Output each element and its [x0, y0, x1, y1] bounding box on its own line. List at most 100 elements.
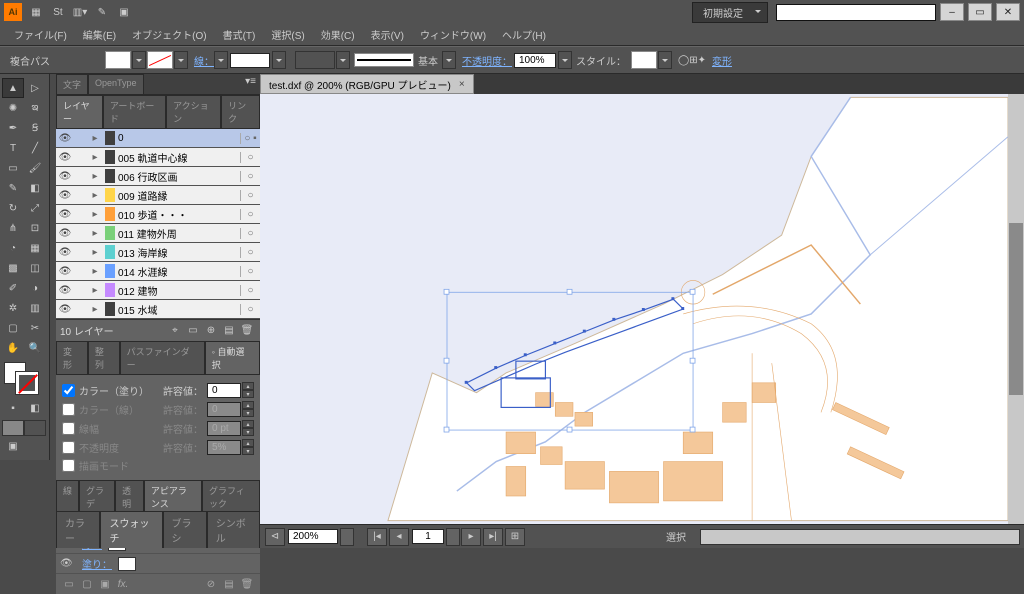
add-stroke-icon[interactable]: ▢ — [78, 579, 96, 590]
eye-icon[interactable]: 👁 — [60, 558, 76, 569]
layer-row[interactable]: 👁▸015 水域○ — [56, 300, 260, 319]
artboard-dd[interactable] — [446, 528, 460, 546]
target-icon[interactable]: ○ — [240, 171, 260, 182]
pen-tool[interactable]: ✒ — [2, 118, 24, 138]
menu-file[interactable]: ファイル(F) — [6, 25, 75, 44]
magic-wand-tool[interactable]: ✺ — [2, 98, 24, 118]
curvature-tool[interactable]: Ꞩ — [24, 118, 46, 138]
stroke-weight-dn[interactable] — [214, 51, 228, 69]
minimize-icon[interactable]: – — [940, 3, 964, 21]
layer-row[interactable]: 👁▸013 海岸線○ — [56, 243, 260, 262]
target-icon[interactable]: ○ — [240, 190, 260, 201]
visibility-icon[interactable]: 👁 — [56, 209, 74, 220]
eraser-tool[interactable]: ◧ — [24, 178, 46, 198]
opacity-field[interactable] — [514, 53, 556, 68]
nav-next-icon[interactable]: ▸ — [461, 528, 481, 546]
fill-tol-field[interactable]: 0 — [207, 383, 241, 398]
visibility-icon[interactable]: 👁 — [56, 133, 74, 144]
nav-first-icon[interactable]: |◂ — [367, 528, 387, 546]
visibility-icon[interactable]: 👁 — [56, 152, 74, 163]
stroke-color-check[interactable] — [62, 403, 75, 416]
zoom-tool[interactable]: 🔍 — [24, 338, 46, 358]
panel-menu-icon[interactable]: ▾≡ — [241, 74, 260, 94]
expand-icon[interactable]: ▸ — [88, 228, 102, 239]
zoom-field[interactable] — [288, 529, 338, 544]
expand-icon[interactable]: ▸ — [88, 133, 102, 144]
visibility-icon[interactable]: 👁 — [56, 247, 74, 258]
direct-select-tool[interactable]: ▷ — [24, 78, 46, 98]
tab-opentype[interactable]: OpenType — [88, 74, 144, 94]
target-icon[interactable]: ○ — [240, 266, 260, 277]
zoom-dd[interactable] — [340, 528, 354, 546]
lasso-tool[interactable]: ఇ — [24, 98, 46, 118]
stroke-box[interactable] — [16, 372, 38, 394]
expand-icon[interactable]: ▸ — [88, 285, 102, 296]
varwidth-dd[interactable] — [336, 51, 350, 69]
dup-item-icon[interactable]: ▤ — [220, 579, 238, 590]
visibility-icon[interactable]: 👁 — [56, 171, 74, 182]
stroke-weight-field[interactable] — [230, 53, 270, 68]
style-dd[interactable] — [658, 51, 672, 69]
hand-tool[interactable]: ✋ — [2, 338, 24, 358]
menu-select[interactable]: 選択(S) — [263, 25, 312, 44]
rotate-tool[interactable]: ↻ — [2, 198, 24, 218]
tab-brushes[interactable]: ブラシ — [163, 511, 207, 548]
stroke-weight-dd[interactable] — [272, 51, 286, 69]
nav-last-icon[interactable]: ▸| — [483, 528, 503, 546]
target-icon[interactable]: ○ — [240, 285, 260, 296]
expand-icon[interactable]: ▸ — [88, 152, 102, 163]
type-tool[interactable]: T — [2, 138, 24, 158]
graph-tool[interactable]: ▥ — [24, 298, 46, 318]
first-artboard-icon[interactable]: ⊲ — [265, 528, 285, 546]
expand-icon[interactable]: ▸ — [88, 190, 102, 201]
menu-edit[interactable]: 編集(E) — [75, 25, 124, 44]
workspace-preset[interactable]: 初期設定 — [692, 2, 768, 23]
style-swatch[interactable] — [631, 51, 657, 69]
canvas[interactable] — [260, 94, 1008, 524]
tab-graphic[interactable]: グラフィック — [202, 480, 260, 513]
brush-dd[interactable] — [442, 51, 456, 69]
hscroll[interactable] — [700, 529, 1020, 545]
appearance-fill[interactable]: 塗り： — [82, 556, 112, 571]
stroke-swatch[interactable] — [147, 51, 173, 69]
visibility-icon[interactable]: 👁 — [56, 304, 74, 315]
recolor-icon[interactable]: ◯ — [678, 55, 689, 66]
menu-type[interactable]: 書式(T) — [215, 25, 264, 44]
tab-align[interactable]: 整列 — [88, 341, 120, 374]
varwidth-field[interactable] — [295, 51, 335, 69]
layer-row[interactable]: 👁▸011 建物外周○ — [56, 224, 260, 243]
opacity-check[interactable] — [62, 441, 75, 454]
shape-builder-tool[interactable]: ◔ — [2, 238, 24, 258]
nav-prev-icon[interactable]: ◂ — [389, 528, 409, 546]
rectangle-tool[interactable]: ▭ — [2, 158, 24, 178]
width-tool[interactable]: ⋔ — [2, 218, 24, 238]
gradient-mode[interactable]: ◧ — [24, 398, 46, 418]
tab-gradient[interactable]: グラデ — [79, 480, 115, 513]
opacity-link[interactable]: 不透明度： — [462, 53, 512, 68]
visibility-icon[interactable]: 👁 — [56, 285, 74, 296]
layer-row[interactable]: 👁▸0○ ▪ — [56, 129, 260, 148]
tab-stroke[interactable]: 線 — [56, 480, 79, 513]
slice-tool[interactable]: ✂ — [24, 318, 46, 338]
screen-full[interactable] — [24, 420, 46, 436]
menu-object[interactable]: オブジェクト(O) — [124, 25, 214, 44]
artboard-tool[interactable]: ▢ — [2, 318, 24, 338]
line-tool[interactable]: ╱ — [24, 138, 46, 158]
shape-icon[interactable]: ✦ — [698, 55, 706, 66]
stroke-dropdown[interactable] — [174, 51, 188, 69]
tab-links[interactable]: リンク — [221, 95, 260, 128]
tab-appearance[interactable]: アピアランス — [144, 480, 202, 513]
screen-normal[interactable] — [2, 420, 24, 436]
tab-symbols[interactable]: シンボル — [207, 511, 260, 548]
new-art-icon[interactable]: ▭ — [60, 579, 78, 590]
artboard-nav-icon[interactable]: ⊞ — [505, 528, 525, 546]
fill-swatch[interactable] — [105, 51, 131, 69]
tab-magicwand[interactable]: ◦ 自動選択 — [205, 341, 260, 374]
blend-check[interactable] — [62, 459, 75, 472]
expand-icon[interactable]: ▸ — [88, 247, 102, 258]
scale-tool[interactable]: ⤢ — [24, 198, 46, 218]
tab-transparency[interactable]: 透明 — [115, 480, 144, 513]
visibility-icon[interactable]: 👁 — [56, 228, 74, 239]
brush-preview[interactable] — [354, 53, 414, 67]
arrange-icon[interactable]: ▥▾ — [70, 3, 90, 21]
